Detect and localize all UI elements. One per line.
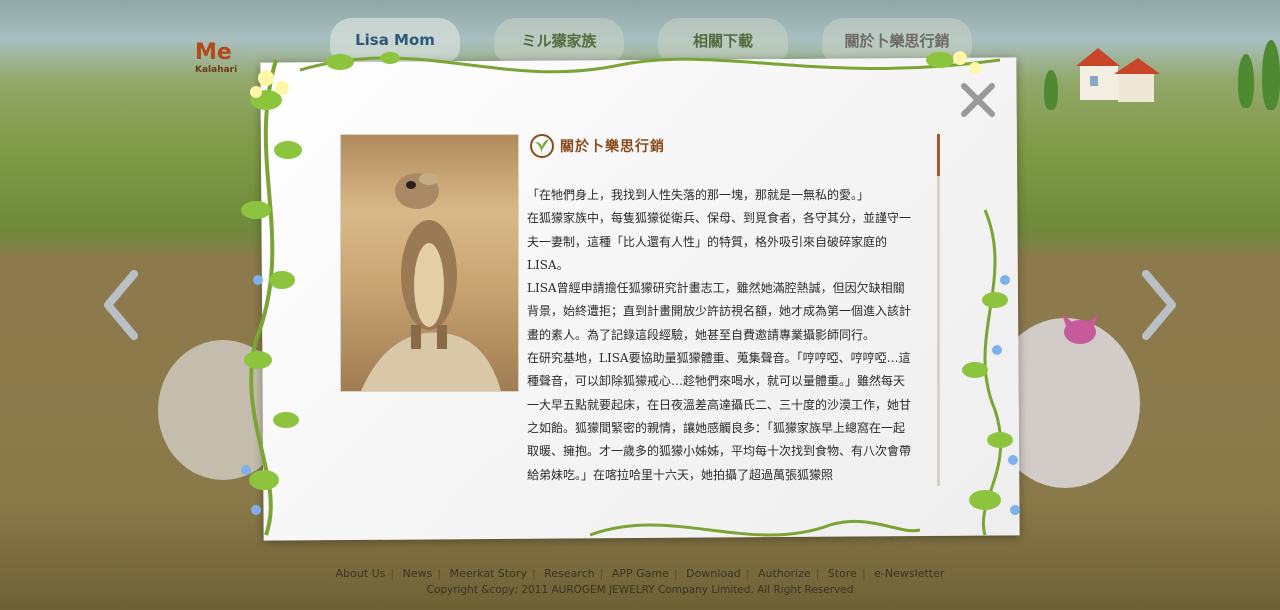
footer: About Us | News | Meerkat Story | Research |… [0, 567, 1280, 596]
paragraph: 在狐獴家族中，每隻狐獴從衛兵、保母、到覓食者，各守其分，並謹守一夫一妻制，這種「… [527, 211, 912, 272]
modal-title-row: 關於卜樂思行銷 [530, 132, 665, 160]
prev-arrow-icon[interactable] [100, 270, 140, 340]
paragraph: 「在牠們身上，我找到人性失落的那一塊，那就是一無私的愛。」 [527, 188, 870, 202]
footer-link-research[interactable]: Research [539, 567, 599, 580]
tree [1238, 54, 1254, 108]
footer-link-news[interactable]: News [398, 567, 438, 580]
house-illustration [1076, 48, 1160, 102]
tab-meerkat-family[interactable]: ミル獴家族 [494, 18, 624, 62]
footer-link-newsletter[interactable]: e-Newsletter [869, 567, 949, 580]
close-icon[interactable] [958, 80, 998, 120]
tab-downloads[interactable]: 相關下載 [658, 18, 788, 62]
tree [1262, 40, 1280, 110]
tab-lisa-mom[interactable]: Lisa Mom [330, 18, 460, 62]
footer-links: About Us | News | Meerkat Story | Research |… [0, 567, 1280, 580]
scrollbar-thumb[interactable] [937, 134, 940, 176]
text-scrollbar[interactable] [937, 134, 940, 486]
paragraph: 在研究基地，LISA要協助量狐獴體重、蒐集聲音。「哼哼啞、哼哼啞…這種聲音，可以… [527, 351, 912, 482]
top-nav: Lisa Mom ミル獴家族 相關下載 關於卜樂思行銷 [330, 18, 1006, 62]
tree [1044, 70, 1058, 110]
footer-link-authorize[interactable]: Authorize [753, 567, 816, 580]
footer-link-download[interactable]: Download [681, 567, 746, 580]
footer-link-store[interactable]: Store [823, 567, 862, 580]
sprout-icon [530, 134, 554, 158]
copyright-text: Copyright &copy; 2011 AUROGEM JEWELRY Co… [426, 584, 854, 596]
logo-text: Me [195, 40, 232, 65]
footer-link-meerkat-story[interactable]: Meerkat Story [445, 567, 532, 580]
meerkat-illustration [361, 173, 501, 391]
footer-link-app-game[interactable]: APP Game [607, 567, 674, 580]
modal-text: 「在牠們身上，我找到人性失落的那一塊，那就是一無私的愛。」 在狐獴家族中，每隻狐… [527, 184, 915, 486]
meerkat-photo [340, 134, 519, 392]
paragraph: LISA曾經申請擔任狐獴研究計畫志工，雖然她滿腔熱誠，但因欠缺相關背景，始終遭拒… [527, 281, 912, 342]
next-arrow-icon[interactable] [1140, 270, 1180, 340]
footer-link-about[interactable]: About Us [331, 567, 391, 580]
modal-title: 關於卜樂思行銷 [560, 139, 665, 155]
tab-about[interactable]: 關於卜樂思行銷 [822, 18, 972, 62]
